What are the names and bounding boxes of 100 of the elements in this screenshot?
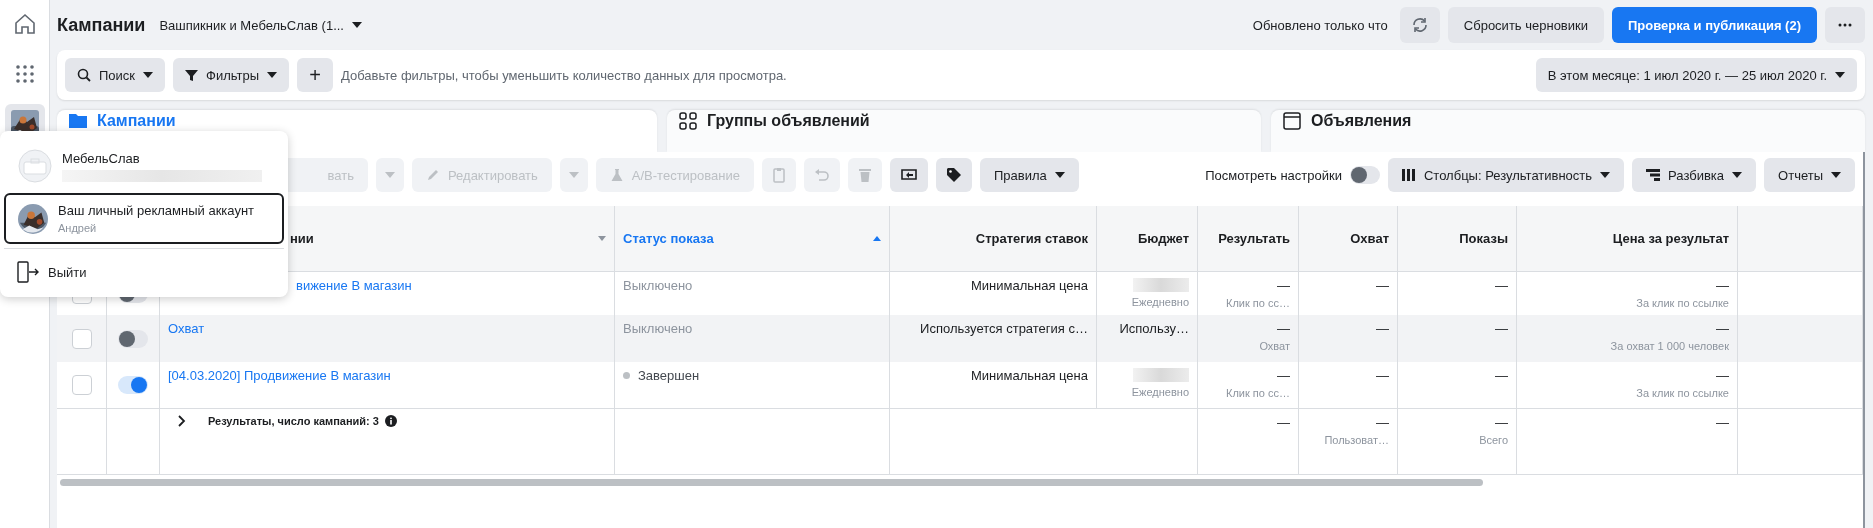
cell-note: За клик по ссылке [1636,297,1729,309]
export-button[interactable] [890,158,928,192]
column-header[interactable]: Результать [1198,206,1299,272]
budget-text: Использу… [1119,321,1189,336]
bid-strategy: Минимальная цена [970,368,1088,383]
more-icon [1838,23,1852,27]
scrollbar[interactable] [60,479,1483,486]
results-value: — [1277,278,1290,293]
results-value: — [1277,415,1290,430]
page-avatar-icon [18,149,52,183]
caret-icon [143,72,154,78]
search-icon [77,68,91,82]
share-icon [900,167,918,183]
chevron-right-icon[interactable] [178,415,186,427]
column-header[interactable]: Бюджет [1097,206,1198,272]
caret-icon [568,172,579,178]
toggle-switch[interactable] [118,376,148,394]
reach-value: — [1376,321,1389,336]
account-dropdown[interactable]: Вашпикник и МебельСлав (1... [159,7,362,43]
table-row[interactable]: Охват Выключено Используется стратегия с… Использу… — Охват — — — За охват 1 000 человек [57,315,1863,362]
cost-value: — [1716,321,1729,336]
caret-icon [1732,172,1743,178]
cell-note: Ежедневно [1131,296,1189,308]
refresh-button[interactable] [1399,7,1440,43]
grid-icon [679,112,697,130]
sort-up-icon [873,236,881,241]
campaign-link[interactable]: Охват [168,321,205,336]
more-button[interactable] [1825,7,1865,43]
door-exit-icon [16,261,40,283]
tag-button[interactable] [936,158,972,192]
caret-icon [352,22,362,28]
cell-note: Клик по сс… [1226,297,1290,309]
row-checkbox[interactable] [71,375,92,395]
tab[interactable]: Объявления [1271,110,1865,152]
cell-note: За клик по ссылке [1636,387,1729,399]
impressions-value: — [1495,278,1508,293]
account-name: МебельСлав [62,150,141,166]
pencil-icon [426,168,440,182]
reach-value: — [1376,278,1389,293]
table-row[interactable]: [04.03.2020] Продвижение В магазин Завершен Минимальная цена Ежедневно — Клик по сс… — — — За клик по ссылке [57,362,1863,408]
cost-value: — [1716,368,1729,383]
toggle-switch[interactable] [1349,166,1380,184]
caret-icon [1600,172,1611,178]
view-settings-label: Посмотреть настройки [1205,167,1342,183]
reset-drafts-button[interactable]: Сбросить черновики [1447,7,1604,43]
column-header[interactable]: Статус показа [615,206,890,272]
cell-note: За охват 1 000 человек [1610,340,1729,352]
add-filter-button[interactable]: + [297,58,334,92]
breakdown-icon [1646,169,1661,181]
cell-note: Клик по сс… [1226,387,1290,399]
impressions-value: — [1495,368,1508,383]
refresh-icon [1410,16,1429,34]
sort-down-icon [598,236,606,241]
caret-icon [267,72,278,78]
column-header[interactable]: Цена за результат [1517,206,1738,272]
breakdown-button[interactable]: Разбивка [1632,158,1757,192]
bid-strategy: Минимальная цена [970,278,1088,293]
row-checkbox[interactable] [71,328,92,349]
info-icon[interactable] [384,415,397,427]
tab[interactable]: Группы объявлений [667,110,1261,152]
toggle-switch[interactable] [118,329,148,348]
column-header[interactable]: Охват [1299,206,1398,272]
campaign-link[interactable]: [04.03.2020] Продвижение В магазин [168,368,391,383]
impressions-value: — [1495,321,1508,336]
status-text: Завершен [623,368,700,383]
caret-icon [385,172,395,178]
columns-button[interactable]: Столбцы: Результативность [1387,158,1625,192]
date-range-button[interactable]: В этом месяце: 1 июл 2020 г. — 25 июл 2020 г. [1535,58,1857,92]
cell-note: Ежедневно [1131,386,1189,398]
account-item[interactable]: Ваш личный рекламный аккаунт Андрей [4,193,284,244]
update-status: Обновлено только что [1252,17,1388,33]
home-icon[interactable] [13,13,36,35]
page-title: Кампании [57,14,146,36]
publish-button[interactable]: Проверка и публикация (2) [1612,7,1817,43]
window-icon [1283,112,1301,130]
column-header[interactable]: Стратегия ставок [890,206,1097,272]
caret-icon [1054,172,1065,178]
reports-button[interactable]: Отчеты [1764,158,1855,192]
cell-note: Охват [1259,340,1290,352]
tag-icon [946,167,962,183]
apps-grid-icon[interactable] [15,65,34,83]
folder-icon [69,112,87,128]
trash-icon [858,167,872,183]
column-header[interactable]: Показы [1398,206,1517,272]
caret-icon [1831,172,1841,178]
impressions-value: — [1495,415,1508,430]
results-value: — [1277,368,1290,383]
bid-strategy: Используется стратегия с… [920,321,1088,336]
reach-value: — [1376,368,1389,383]
flask-icon [609,168,624,182]
campaign-link[interactable]: вижение В магазин [296,278,412,293]
filters-button[interactable]: Фильтры [173,58,290,92]
filter-hint: Добавьте фильтры, чтобы уменьшить количество данных для просмотра. [341,67,787,83]
results-value: — [1277,321,1290,336]
search-button[interactable]: Поиск [65,58,166,92]
status-text: Выключено [623,321,693,336]
cost-value: — [1716,415,1729,430]
cost-value: — [1716,278,1729,293]
rules-button[interactable]: Правила [980,158,1079,192]
status-text: Выключено [623,278,693,293]
